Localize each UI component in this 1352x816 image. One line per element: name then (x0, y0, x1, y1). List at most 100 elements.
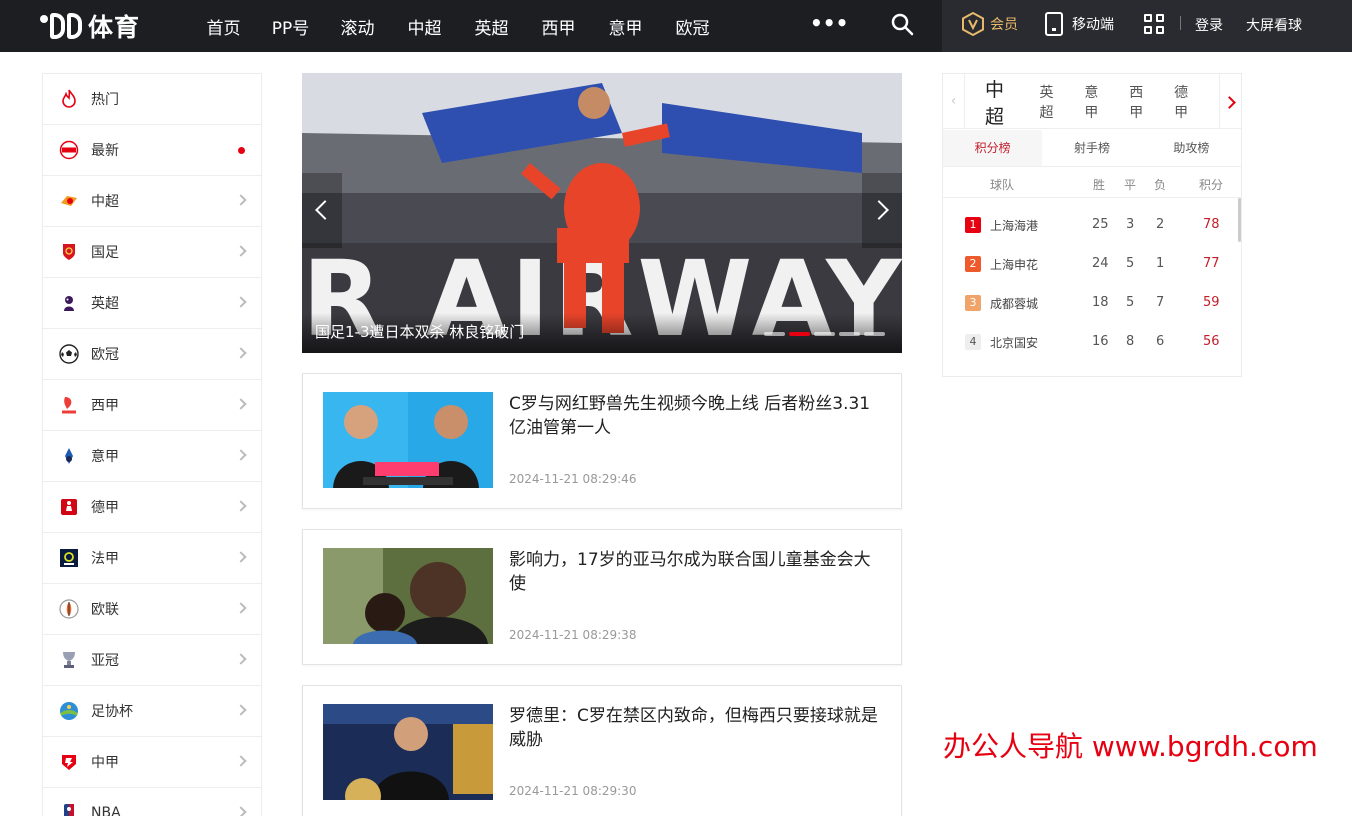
sidebar-item-seriea[interactable]: 意甲 (43, 431, 261, 482)
tab-top-scorers[interactable]: 射手榜 (1042, 130, 1142, 166)
sidebar-item-uel[interactable]: 欧联 (43, 584, 261, 635)
bigscreen-link[interactable]: 大屏看球 (1246, 15, 1302, 35)
sidebar-item-label: 欧冠 (91, 347, 119, 363)
category-sidebar: 热门 最新 中超 国足 英超 欧冠 西甲 意甲 德甲 法甲 欧联 亚冠 足协杯 … (42, 73, 262, 816)
carousel-dot[interactable] (864, 332, 885, 336)
tab-bundesliga[interactable]: 德甲 (1174, 82, 1201, 122)
sidebar-item-bundesliga[interactable]: 德甲 (43, 482, 261, 533)
news-card[interactable]: 影响力，17岁的亚马尔成为联合国儿童基金会大使 2024-11-21 08:29… (302, 529, 902, 665)
draws: 5 (1126, 295, 1135, 310)
news-time: 2024-11-21 08:29:30 (509, 784, 637, 798)
nav-csl[interactable]: 中超 (391, 14, 458, 39)
sidebar-item-laliga[interactable]: 西甲 (43, 380, 261, 431)
apps-grid-icon[interactable] (1144, 14, 1164, 34)
chevron-right-icon (235, 602, 247, 614)
tab-points-table[interactable]: 积分榜 (943, 130, 1043, 166)
sidebar-item-label: 德甲 (91, 500, 119, 516)
sidebar-item-epl[interactable]: 英超 (43, 278, 261, 329)
sidebar-item-label: 中甲 (91, 755, 119, 771)
table-row[interactable]: 3 成都蓉城 18 5 7 59 (943, 283, 1241, 322)
carousel-next-button[interactable] (862, 173, 902, 248)
points: 56 (1203, 334, 1220, 349)
sidebar-item-label: 最新 (91, 143, 119, 159)
vip-label: 会员 (990, 17, 1018, 33)
more-menu-button[interactable]: ••• (810, 12, 848, 38)
sidebar-item-ucl[interactable]: 欧冠 (43, 329, 261, 380)
nav-pp[interactable]: PP号 (257, 14, 324, 39)
news-title[interactable]: 影响力，17岁的亚马尔成为联合国儿童基金会大使 (509, 548, 879, 596)
nav-ucl[interactable]: 欧冠 (659, 14, 726, 39)
carousel-dot[interactable] (839, 332, 860, 336)
table-row[interactable]: 4 北京国安 16 8 6 56 (943, 322, 1241, 361)
rank-badge: 4 (965, 334, 981, 350)
chevron-right-icon (235, 245, 247, 257)
carousel-dot[interactable] (764, 332, 785, 336)
chevron-right-icon (235, 296, 247, 308)
league-next-button[interactable] (1219, 74, 1241, 129)
nav-scroll[interactable]: 滚动 (324, 14, 391, 39)
tab-laliga[interactable]: 西甲 (1129, 82, 1156, 122)
news-card[interactable]: 罗德里：C罗在禁区内致命，但梅西只要接球就是威胁 2024-11-21 08:2… (302, 685, 902, 816)
sidebar-item-label: 热门 (91, 92, 119, 108)
losses: 1 (1156, 256, 1165, 271)
sidebar-item-label: 法甲 (91, 551, 119, 567)
logo-text: 体育 (88, 13, 141, 42)
losses: 2 (1156, 217, 1165, 232)
team-name: 上海申花 (990, 258, 1039, 272)
news-thumbnail[interactable] (323, 704, 493, 800)
csl-logo-icon (61, 196, 77, 206)
sidebar-item-csl[interactable]: 中超 (43, 176, 261, 227)
login-link[interactable]: 登录 (1195, 15, 1223, 35)
search-icon[interactable] (890, 12, 914, 36)
league-prev-button[interactable]: ‹ (943, 74, 965, 129)
news-thumbnail[interactable] (323, 548, 493, 644)
wins: 24 (1092, 256, 1109, 271)
team-name: 上海海港 (990, 219, 1039, 233)
headline-carousel[interactable]: R AIRWAY 国足1-3遭日本双杀 林良铭破门 (302, 73, 902, 353)
tab-top-assists[interactable]: 助攻榜 (1141, 130, 1241, 166)
draws: 3 (1126, 217, 1135, 232)
news-thumbnail[interactable] (323, 392, 493, 488)
sidebar-item-latest[interactable]: 最新 (43, 125, 261, 176)
sidebar-item-china-league[interactable]: 中甲 (43, 737, 261, 788)
carousel-prev-button[interactable] (302, 173, 342, 248)
vip-button[interactable]: 会员 (962, 12, 1018, 36)
nav-epl[interactable]: 英超 (458, 14, 525, 39)
table-row[interactable]: 1 上海海港 25 3 2 78 (943, 205, 1241, 244)
chevron-right-icon (235, 194, 247, 206)
sidebar-item-facup[interactable]: 足协杯 (43, 686, 261, 737)
tab-seriea[interactable]: 意甲 (1084, 82, 1111, 122)
nav-laliga[interactable]: 西甲 (525, 14, 592, 39)
sidebar-item-label: 欧联 (91, 602, 119, 618)
sidebar-item-afc[interactable]: 亚冠 (43, 635, 261, 686)
tab-csl[interactable]: 中超 (985, 75, 1021, 129)
sidebar-item-national[interactable]: 国足 (43, 227, 261, 278)
new-badge-icon (59, 140, 79, 160)
news-time: 2024-11-21 08:29:46 (509, 472, 637, 486)
fa-cup-icon (60, 702, 78, 720)
chevron-right-icon (235, 398, 247, 410)
mobile-app-button[interactable]: 移动端 (1045, 12, 1114, 36)
mobile-label: 移动端 (1072, 17, 1114, 33)
sidebar-item-nba[interactable]: NBA (43, 788, 261, 816)
news-title[interactable]: C罗与网红野兽先生视频今晚上线 后者粉丝3.31亿油管第一人 (509, 392, 879, 440)
news-title[interactable]: 罗德里：C罗在禁区内致命，但梅西只要接球就是威胁 (509, 704, 879, 752)
main-nav: 首页 PP号 滚动 中超 英超 西甲 意甲 欧冠 (190, 0, 726, 52)
sidebar-item-ligue1[interactable]: 法甲 (43, 533, 261, 584)
serie-a-icon (65, 448, 73, 464)
standings-panel: ‹ 中超 英超 意甲 西甲 德甲 积分榜 射手榜 助攻榜 球队 胜 平 负 积分… (942, 73, 1242, 377)
nav-home[interactable]: 首页 (190, 14, 257, 39)
sidebar-item-label: 足协杯 (91, 704, 133, 720)
nav-seriea[interactable]: 意甲 (592, 14, 659, 39)
carousel-dot-active[interactable] (789, 332, 810, 336)
wins: 16 (1092, 334, 1109, 349)
news-card[interactable]: C罗与网红野兽先生视频今晚上线 后者粉丝3.31亿油管第一人 2024-11-2… (302, 373, 902, 509)
phone-icon (1045, 12, 1063, 36)
site-logo[interactable]: 体育 (40, 8, 140, 44)
standings-scrollbar[interactable] (1238, 198, 1241, 242)
sidebar-item-hot[interactable]: 热门 (43, 74, 261, 125)
carousel-caption[interactable]: 国足1-3遭日本双杀 林良铭破门 (315, 321, 524, 342)
table-row[interactable]: 2 上海申花 24 5 1 77 (943, 244, 1241, 283)
carousel-dot[interactable] (814, 332, 835, 336)
tab-epl[interactable]: 英超 (1039, 82, 1066, 122)
